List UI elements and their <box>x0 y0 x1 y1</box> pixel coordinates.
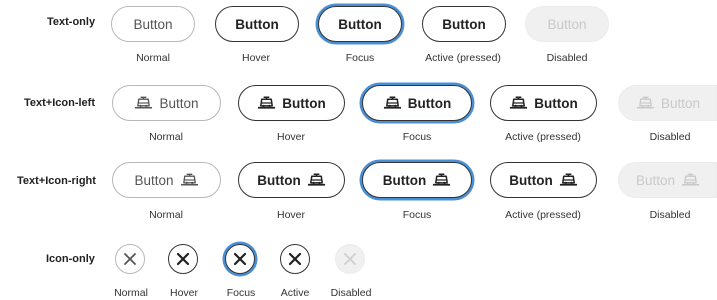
row-label-text-only: Text-only <box>47 16 96 28</box>
close-icon <box>233 252 247 266</box>
state-label-hover: Hover <box>276 131 306 143</box>
tram-icon <box>257 96 276 110</box>
tram-icon <box>383 96 402 110</box>
state-label-focus: Focus <box>402 209 432 221</box>
row-label-icon-only: Icon-only <box>46 253 95 265</box>
state-label-active: Active (pressed) <box>505 131 581 143</box>
icon-left-button-active[interactable]: Button <box>490 85 597 121</box>
icon-only-button-focus[interactable] <box>225 244 255 274</box>
button-label: Button <box>547 16 587 32</box>
button-label: Button <box>534 95 578 111</box>
state-label-active: Active (pressed) <box>505 209 581 221</box>
button-label: Button <box>338 16 382 32</box>
icon-only-button-normal[interactable] <box>115 244 145 274</box>
icon-right-button-focus[interactable]: Button <box>362 162 472 198</box>
icon-right-button-hover[interactable]: Button <box>238 162 345 198</box>
row-label-icon-right: Text+Icon-right <box>17 175 96 187</box>
state-label-hover: Hover <box>241 52 271 64</box>
text-only-button-normal[interactable]: Button <box>111 6 195 42</box>
text-only-button-focus[interactable]: Button <box>318 6 402 42</box>
icon-left-button-normal[interactable]: Button <box>112 85 221 121</box>
state-label-focus: Focus <box>226 287 256 299</box>
state-label-focus: Focus <box>345 52 375 64</box>
button-label: Button <box>509 172 553 188</box>
button-label: Button <box>235 16 279 32</box>
text-only-button-disabled: Button <box>525 6 609 42</box>
state-label-hover: Hover <box>276 209 306 221</box>
icon-only-button-active[interactable] <box>280 244 310 274</box>
state-label-active: Active (pressed) <box>425 52 501 64</box>
state-label-normal: Normal <box>149 131 183 143</box>
icon-right-button-disabled: Button <box>618 162 717 198</box>
button-label: Button <box>282 95 326 111</box>
state-label-hover: Hover <box>169 287 199 299</box>
icon-only-button-hover[interactable] <box>168 244 198 274</box>
text-only-button-hover[interactable]: Button <box>215 6 299 42</box>
button-label: Button <box>133 16 173 32</box>
button-label: Button <box>382 172 427 188</box>
state-label-disabled: Disabled <box>649 209 691 221</box>
icon-left-button-focus[interactable]: Button <box>362 85 472 121</box>
tram-icon <box>432 173 451 187</box>
text-only-button-active[interactable]: Button <box>422 6 506 42</box>
tram-icon <box>307 173 326 187</box>
state-label-disabled: Disabled <box>546 52 588 64</box>
tram-icon <box>559 173 578 187</box>
state-label-disabled: Disabled <box>649 131 691 143</box>
close-icon <box>176 252 190 266</box>
button-label: Button <box>636 172 676 188</box>
button-label: Button <box>159 95 199 111</box>
state-label-normal: Normal <box>114 287 148 299</box>
state-label-focus: Focus <box>402 131 432 143</box>
button-label: Button <box>257 172 301 188</box>
tram-icon <box>636 96 655 110</box>
button-label: Button <box>661 95 701 111</box>
tram-icon <box>509 96 528 110</box>
row-label-icon-left: Text+Icon-left <box>24 97 96 109</box>
icon-left-button-disabled: Button <box>618 85 717 121</box>
tram-icon <box>134 96 153 110</box>
icon-right-button-active[interactable]: Button <box>490 162 597 198</box>
close-icon <box>123 252 137 266</box>
button-label: Button <box>407 95 452 111</box>
button-label: Button <box>442 16 486 32</box>
icon-only-button-disabled <box>335 244 365 274</box>
button-label: Button <box>134 172 174 188</box>
state-label-normal: Normal <box>149 209 183 221</box>
tram-icon <box>681 173 700 187</box>
state-label-disabled: Disabled <box>330 287 372 299</box>
state-label-normal: Normal <box>136 52 170 64</box>
state-label-active: Active <box>280 287 310 299</box>
tram-icon <box>180 173 199 187</box>
icon-right-button-normal[interactable]: Button <box>112 162 221 198</box>
close-icon <box>288 252 302 266</box>
icon-left-button-hover[interactable]: Button <box>238 85 345 121</box>
close-icon <box>343 252 357 266</box>
